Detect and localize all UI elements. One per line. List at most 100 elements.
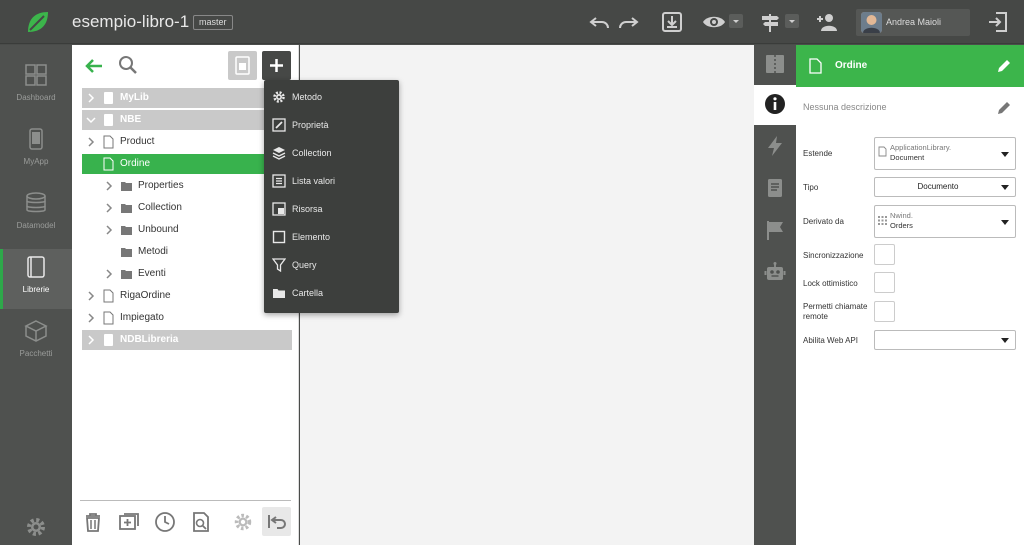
- nav-dashboard[interactable]: Dashboard: [0, 57, 72, 117]
- folder-icon: [121, 248, 132, 257]
- preview-dropdown[interactable]: [729, 14, 743, 28]
- undo-icon[interactable]: [588, 10, 612, 34]
- estende-value-line1: ApplicationLibrary.: [890, 143, 952, 152]
- tree-folder-unbound[interactable]: Unbound: [82, 220, 292, 240]
- menu-item-proprieta[interactable]: Proprietà: [264, 111, 399, 139]
- resource-icon: [272, 202, 286, 216]
- tree-folder-collection[interactable]: Collection: [82, 198, 292, 218]
- gear-icon: [273, 91, 285, 103]
- signpost-dropdown[interactable]: [785, 14, 799, 28]
- library-icon: [104, 92, 113, 104]
- add-button[interactable]: [262, 51, 291, 80]
- tab-documentation[interactable]: [754, 169, 796, 209]
- database-icon: [26, 192, 46, 213]
- description-text[interactable]: Nessuna descrizione: [803, 102, 887, 112]
- sincronizzazione-checkbox[interactable]: [874, 244, 895, 265]
- tree-document-product[interactable]: Product: [82, 132, 292, 152]
- nav-datamodel[interactable]: Datamodel: [0, 185, 72, 245]
- tree-row-label: RigaOrdine: [120, 290, 171, 301]
- tab-structure[interactable]: [754, 45, 796, 85]
- edit-pencil-icon[interactable]: [996, 100, 1012, 116]
- tipo-select[interactable]: Documento: [874, 177, 1016, 197]
- settings-gear-icon[interactable]: [232, 511, 254, 533]
- tab-robot[interactable]: [754, 253, 796, 293]
- menu-item-lista-valori[interactable]: Lista valori: [264, 167, 399, 195]
- undo-changes-button[interactable]: [262, 507, 291, 536]
- nav-myapp[interactable]: MyApp: [0, 121, 72, 181]
- chiamate-remote-checkbox[interactable]: [874, 301, 895, 322]
- left-nav: Dashboard MyApp Datamodel Librerie Pacch…: [0, 45, 72, 545]
- menu-item-label: Risorsa: [292, 204, 323, 214]
- properties-panel: Ordine Nessuna descrizione Estende Appli…: [796, 45, 1024, 545]
- nav-librerie[interactable]: Librerie: [0, 249, 72, 309]
- value-list-icon: [272, 174, 286, 188]
- tree-library-ndblibreria[interactable]: NDBLibreria: [82, 330, 292, 350]
- edit-pencil-icon[interactable]: [996, 58, 1012, 74]
- dropdown-caret-icon: [1001, 185, 1009, 190]
- web-api-select[interactable]: [874, 330, 1016, 350]
- lock-button[interactable]: [228, 51, 257, 80]
- menu-item-collection[interactable]: Collection: [264, 139, 399, 167]
- tree-folder-metodi[interactable]: Metodi: [82, 242, 292, 262]
- chevron-down-icon[interactable]: [86, 115, 96, 125]
- signpost-icon[interactable]: [758, 10, 782, 34]
- estende-label: Estende: [803, 149, 833, 158]
- chevron-right-icon[interactable]: [86, 291, 96, 301]
- tree-library-mylib[interactable]: MyLib: [82, 88, 292, 108]
- tree-row-label: Impiegato: [120, 312, 164, 323]
- search-icon[interactable]: [118, 55, 138, 75]
- chevron-down-icon[interactable]: [86, 159, 96, 169]
- tab-flags[interactable]: [754, 211, 796, 251]
- library-icon: [104, 114, 113, 126]
- back-arrow-icon[interactable]: [84, 56, 104, 76]
- lock-ottimistico-checkbox[interactable]: [874, 272, 895, 293]
- chevron-right-icon[interactable]: [86, 93, 96, 103]
- grid-icon: [878, 216, 887, 225]
- user-menu[interactable]: Andrea Maioli: [856, 9, 970, 36]
- menu-item-elemento[interactable]: Elemento: [264, 223, 399, 251]
- menu-item-cartella[interactable]: Cartella: [264, 279, 399, 307]
- menu-item-label: Proprietà: [292, 120, 329, 130]
- derivato-select[interactable]: Nwind. Orders: [874, 205, 1016, 238]
- tree-library-nbe[interactable]: NBE: [82, 110, 292, 130]
- tree-document-impiegato[interactable]: Impiegato: [82, 308, 292, 328]
- tree-document-rigaordine[interactable]: RigaOrdine: [82, 286, 292, 306]
- menu-item-metodo[interactable]: Metodo: [264, 83, 399, 111]
- tab-events[interactable]: [754, 127, 796, 167]
- history-clock-icon[interactable]: [154, 511, 176, 533]
- find-document-icon[interactable]: [190, 511, 212, 533]
- columns-icon: [766, 55, 784, 73]
- chevron-right-icon[interactable]: [86, 335, 96, 345]
- download-icon[interactable]: [660, 10, 684, 34]
- menu-item-risorsa[interactable]: Risorsa: [264, 195, 399, 223]
- settings-gear-icon[interactable]: [24, 515, 48, 539]
- sincronizzazione-label: Sincronizzazione: [803, 251, 864, 260]
- nav-dashboard-label: Dashboard: [16, 93, 56, 102]
- chevron-right-icon[interactable]: [86, 137, 96, 147]
- tree-row-label: NDBLibreria: [120, 334, 179, 345]
- redo-icon[interactable]: [616, 10, 640, 34]
- chevron-right-icon[interactable]: [86, 313, 96, 323]
- estende-select[interactable]: ApplicationLibrary. Document: [874, 137, 1016, 170]
- nav-myapp-label: MyApp: [23, 157, 49, 166]
- chevron-right-icon[interactable]: [104, 181, 114, 191]
- add-object-icon[interactable]: [118, 511, 140, 533]
- menu-item-query[interactable]: Query: [264, 251, 399, 279]
- trash-icon[interactable]: [82, 511, 104, 533]
- chevron-right-icon[interactable]: [104, 203, 114, 213]
- tree-document-ordine[interactable]: Ordine: [82, 154, 292, 174]
- tree-folder-eventi[interactable]: Eventi: [82, 264, 292, 284]
- layers-icon: [272, 147, 286, 160]
- nav-pacchetti[interactable]: Pacchetti: [0, 313, 72, 373]
- tree-folder-properties[interactable]: Properties: [82, 176, 292, 196]
- logout-icon[interactable]: [986, 10, 1010, 34]
- preview-eye-icon[interactable]: [702, 10, 726, 34]
- derivato-value-line1: Nwind.: [890, 211, 913, 220]
- nav-datamodel-label: Datamodel: [16, 221, 56, 230]
- chevron-right-icon[interactable]: [104, 269, 114, 279]
- dropdown-caret-icon: [1001, 219, 1009, 225]
- tab-info[interactable]: [754, 85, 796, 125]
- add-user-icon[interactable]: [815, 10, 839, 34]
- branch-badge[interactable]: master: [193, 15, 233, 30]
- chevron-right-icon[interactable]: [104, 225, 114, 235]
